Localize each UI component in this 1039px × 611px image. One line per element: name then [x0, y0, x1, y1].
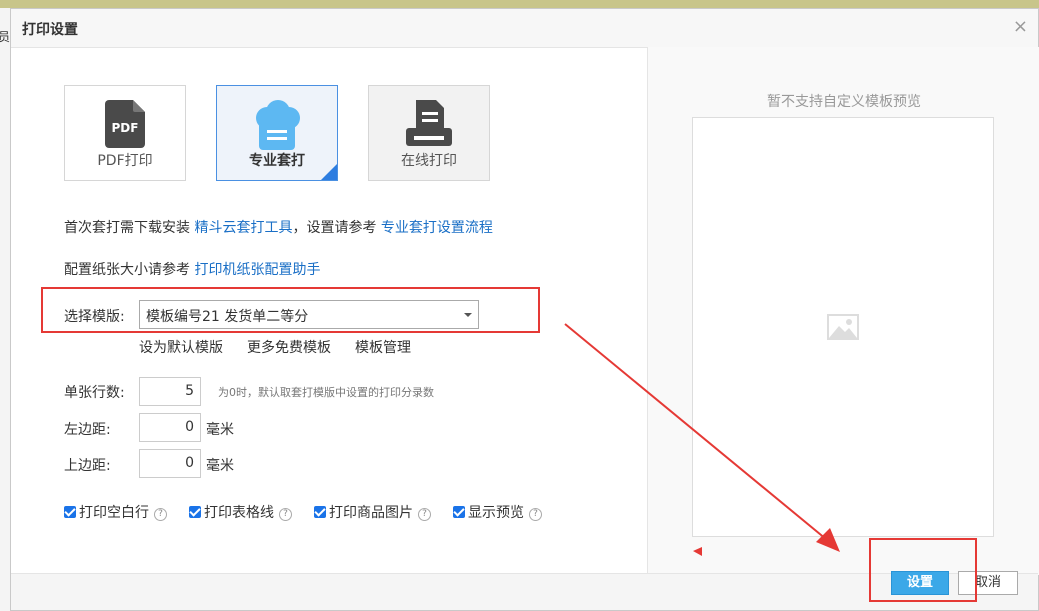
checkbox-print-product-images[interactable]: 打印商品图片? — [314, 502, 431, 522]
mode-pro-label: 专业套打 — [249, 153, 305, 169]
help-icon[interactable]: ? — [279, 508, 292, 521]
left-margin-input[interactable]: 0 — [139, 413, 201, 442]
settings-panel: PDF PDF打印 专业套打 在线打印 首次套打需下载安装 精斗云套打工具，设置… — [11, 47, 647, 575]
printer-icon — [404, 100, 454, 154]
checkbox-show-preview[interactable]: 显示预览? — [453, 502, 542, 522]
image-placeholder-icon — [827, 314, 859, 340]
close-icon[interactable]: × — [1013, 18, 1028, 36]
paper-config-assistant-link[interactable]: 打印机纸张配置助手 — [194, 262, 320, 278]
print-settings-dialog: 打印设置 × PDF PDF打印 专业套打 在线打印 首次套打需下载安装 精斗云… — [10, 8, 1039, 611]
preview-area — [692, 117, 994, 537]
pdf-file-icon: PDF — [105, 100, 145, 152]
install-info-prefix: 首次套打需下载安装 — [64, 220, 195, 236]
checkbox-checked-icon[interactable] — [453, 506, 465, 518]
rows-per-sheet-label: 单张行数: — [64, 385, 125, 401]
more-free-templates-link[interactable]: 更多免费模板 — [247, 337, 331, 357]
checkbox-label: 打印商品图片 — [329, 505, 413, 521]
paper-config-line: 配置纸张大小请参考 打印机纸张配置助手 — [64, 259, 320, 279]
pdf-badge-text: PDF — [112, 121, 139, 135]
install-info-mid: ，设置请参考 — [292, 220, 381, 236]
checkbox-label: 显示预览 — [468, 505, 524, 521]
background-left-strip: 员 — [0, 8, 10, 611]
preview-panel: 暂不支持自定义模板预览 — [647, 47, 1039, 575]
paper-config-prefix: 配置纸张大小请参考 — [64, 262, 195, 278]
mode-online-label: 在线打印 — [401, 153, 457, 169]
mode-online-print[interactable]: 在线打印 — [368, 85, 490, 181]
dialog-title: 打印设置 — [22, 22, 78, 38]
background-toolbar-strip — [0, 0, 1039, 8]
checkbox-print-table-lines[interactable]: 打印表格线? — [189, 502, 292, 522]
top-margin-unit: 毫米 — [206, 458, 234, 474]
checkbox-checked-icon[interactable] — [314, 506, 326, 518]
help-icon[interactable]: ? — [418, 508, 431, 521]
help-icon[interactable]: ? — [154, 508, 167, 521]
checkbox-print-blank-rows[interactable]: 打印空白行? — [64, 502, 167, 522]
left-margin-label: 左边距: — [64, 422, 111, 438]
download-tool-link[interactable]: 精斗云套打工具 — [194, 220, 292, 236]
checkbox-checked-icon[interactable] — [64, 506, 76, 518]
set-default-template-link[interactable]: 设为默认模版 — [139, 337, 223, 357]
template-label: 选择模版: — [64, 309, 125, 325]
annotation-highlight-confirm — [869, 538, 977, 602]
mode-pdf-print[interactable]: PDF PDF打印 — [64, 85, 186, 181]
cloud-print-icon — [251, 100, 303, 154]
mode-pdf-label: PDF打印 — [97, 153, 153, 169]
checkbox-checked-icon[interactable] — [189, 506, 201, 518]
help-icon[interactable]: ? — [529, 508, 542, 521]
template-management-link[interactable]: 模板管理 — [355, 337, 411, 357]
rows-per-sheet-hint: 为0时，默认取套打模版中设置的打印分录数 — [218, 386, 434, 399]
top-margin-input[interactable]: 0 — [139, 449, 201, 478]
checkbox-label: 打印空白行 — [79, 505, 149, 521]
install-info-line: 首次套打需下载安装 精斗云套打工具，设置请参考 专业套打设置流程 — [64, 217, 493, 237]
setup-guide-link[interactable]: 专业套打设置流程 — [381, 220, 493, 236]
dialog-header: 打印设置 × — [11, 9, 1038, 48]
rows-per-sheet-input[interactable]: 5 — [139, 377, 201, 406]
template-select[interactable]: 模板编号21 发货单二等分 — [139, 300, 479, 329]
left-margin-unit: 毫米 — [206, 422, 234, 438]
mode-pro-print[interactable]: 专业套打 — [216, 85, 338, 181]
background-left-char: 员 — [0, 30, 11, 44]
top-margin-label: 上边距: — [64, 458, 111, 474]
checkbox-label: 打印表格线 — [204, 505, 274, 521]
template-select-value: 模板编号21 发货单二等分 — [146, 309, 309, 325]
preview-title: 暂不支持自定义模板预览 — [767, 94, 921, 110]
selected-corner-indicator — [321, 164, 337, 180]
chevron-down-icon — [464, 313, 472, 317]
